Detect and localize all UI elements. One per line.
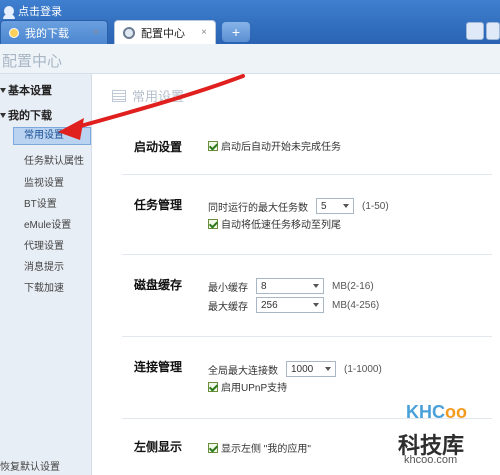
close-icon[interactable]: ×	[201, 27, 207, 38]
brand-right: oo	[445, 402, 467, 422]
min-cache-select[interactable]: 8	[256, 278, 324, 294]
group-label: 基本设置	[8, 85, 52, 97]
section-title: 常用设置	[132, 89, 185, 104]
chevron-down-icon	[0, 112, 6, 118]
sidebar-item-common[interactable]: 常用设置	[13, 127, 91, 145]
sidebar-item-label: 常用设置	[24, 130, 64, 141]
sidebar-item-bt[interactable]: BT设置	[24, 195, 57, 210]
global-connections-row: 全局最大连接数 1000 (1-1000)	[208, 361, 382, 377]
plus-icon: +	[231, 24, 241, 40]
max-cache-select[interactable]: 256	[256, 297, 324, 313]
global-connections-label: 全局最大连接数	[208, 365, 278, 377]
title-bar: 点击登录 我的下载 × 配置中心 × +	[0, 0, 500, 44]
range-hint: MB(4-256)	[332, 299, 380, 311]
checkbox-label: 自动将低速任务移动至列尾	[221, 220, 341, 231]
watermark-url: khcoo.com	[404, 454, 458, 466]
range-hint: (1-50)	[362, 200, 389, 212]
brand-left: KHC	[406, 402, 445, 422]
list-icon	[112, 89, 126, 102]
watermark-logo: KHCoo 科技库 khcoo.com	[398, 390, 498, 472]
chevron-down-icon	[0, 87, 6, 93]
checkbox-label: 启用UPnP支持	[221, 383, 288, 394]
max-tasks-label: 同时运行的最大任务数	[208, 202, 308, 214]
sidebar-item-emule[interactable]: eMule设置	[24, 216, 71, 231]
checkbox-checked-icon	[208, 442, 218, 453]
range-hint: MB(2-16)	[332, 280, 374, 292]
menu-icon[interactable]	[486, 22, 500, 40]
upnp-checkbox[interactable]: 启用UPnP支持	[208, 379, 287, 394]
divider	[122, 174, 492, 175]
checkbox-label: 显示左侧 "我的应用"	[221, 444, 311, 455]
group-label: 我的下载	[8, 110, 52, 122]
select-value: 8	[261, 280, 267, 292]
tab-config-center[interactable]: 配置中心 ×	[114, 20, 216, 44]
select-value: 5	[321, 200, 327, 212]
checkbox-checked-icon	[208, 381, 218, 392]
max-cache-label: 最大缓存	[208, 301, 248, 313]
sidebar-item-task-defaults[interactable]: 任务默认属性	[24, 152, 84, 167]
checkbox-checked-icon	[208, 140, 218, 151]
select-value: 1000	[291, 363, 314, 375]
login-link[interactable]: 点击登录	[3, 3, 62, 19]
auto-start-checkbox[interactable]: 启动后自动开始未完成任务	[208, 138, 341, 153]
min-cache-row: 最小缓存 8 MB(2-16)	[208, 278, 374, 294]
sidebar-item-monitor[interactable]: 监视设置	[24, 174, 64, 189]
sidebar: 基本设置 我的下载 常用设置 任务默认属性 监视设置 BT设置 eMule设置 …	[0, 74, 92, 475]
chevron-down-icon	[313, 284, 319, 288]
range-hint: (1-1000)	[344, 363, 382, 375]
divider	[122, 336, 492, 337]
checkbox-checked-icon	[208, 218, 218, 229]
watermark-brand: KHCoo	[406, 402, 467, 423]
page-title: 配置中心	[2, 53, 63, 70]
window-icon[interactable]	[466, 22, 484, 40]
divider	[122, 254, 492, 255]
login-label: 点击登录	[18, 6, 62, 18]
show-my-apps-checkbox[interactable]: 显示左侧 "我的应用"	[208, 440, 311, 455]
select-value: 256	[261, 299, 278, 311]
sidebar-group-downloads[interactable]: 我的下载	[0, 107, 52, 123]
sidebar-group-basic[interactable]: 基本设置	[0, 82, 52, 98]
restore-defaults-link[interactable]: 恢复默认设置	[0, 458, 60, 473]
page-header: 配置中心	[0, 44, 500, 74]
sidebar-item-notify[interactable]: 消息提示	[24, 258, 64, 273]
chevron-down-icon	[313, 303, 319, 307]
connection-label: 连接管理	[134, 360, 183, 374]
close-icon[interactable]: ×	[93, 27, 99, 38]
gear-icon	[123, 26, 135, 39]
checkbox-label: 启动后自动开始未完成任务	[221, 142, 341, 153]
tab-label: 配置中心	[141, 27, 185, 40]
tab-label: 我的下载	[25, 27, 69, 40]
sidebar-item-accelerate[interactable]: 下载加速	[24, 279, 64, 294]
max-cache-row: 最大缓存 256 MB(4-256)	[208, 297, 379, 313]
max-tasks-select[interactable]: 5	[316, 198, 354, 214]
new-tab-button[interactable]: +	[222, 22, 250, 42]
task-label: 任务管理	[134, 198, 183, 212]
auto-move-checkbox[interactable]: 自动将低速任务移动至列尾	[208, 216, 341, 231]
tab-my-downloads[interactable]: 我的下载 ×	[0, 20, 108, 44]
startup-label: 启动设置	[134, 140, 183, 154]
download-tab-icon	[9, 27, 19, 38]
min-cache-label: 最小缓存	[208, 282, 248, 294]
global-connections-select[interactable]: 1000	[286, 361, 336, 377]
disk-label: 磁盘缓存	[134, 278, 183, 292]
left-display-label: 左侧显示	[134, 440, 183, 454]
max-tasks-row: 同时运行的最大任务数 5 (1-50)	[208, 198, 389, 214]
chevron-down-icon	[343, 204, 349, 208]
section-header: 常用设置	[112, 86, 184, 105]
user-icon	[3, 6, 15, 19]
chevron-down-icon	[325, 367, 331, 371]
sidebar-item-proxy[interactable]: 代理设置	[24, 237, 64, 252]
